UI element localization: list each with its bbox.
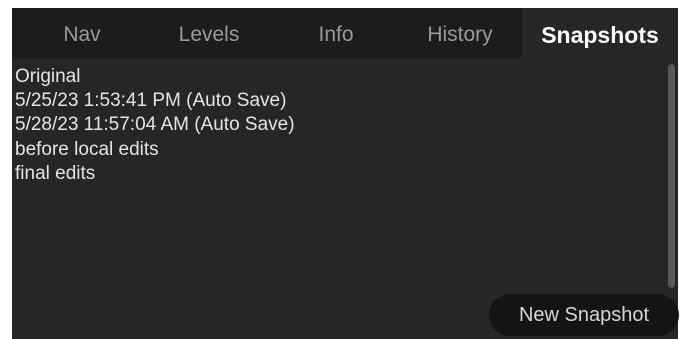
snapshot-item-final-edits[interactable]: final edits [15, 162, 95, 186]
tab-nav[interactable]: Nav [20, 8, 144, 58]
new-snapshot-button[interactable]: New Snapshot [489, 294, 679, 336]
snapshot-item-auto-save-2[interactable]: 5/28/23 11:57:04 AM (Auto Save) [15, 113, 295, 137]
scrollbar-track[interactable] [664, 58, 678, 298]
snapshots-panel: Nav Levels Info History Snapshots Origin… [12, 8, 679, 339]
scrollbar-thumb[interactable] [668, 64, 675, 288]
snapshot-item-before-local-edits[interactable]: before local edits [15, 138, 159, 162]
snapshot-item-auto-save-1[interactable]: 5/25/23 1:53:41 PM (Auto Save) [15, 89, 286, 113]
tab-history[interactable]: History [398, 8, 522, 58]
panel-tab-bar: Nav Levels Info History Snapshots [12, 8, 678, 58]
tab-info[interactable]: Info [274, 8, 398, 58]
tab-snapshots[interactable]: Snapshots [522, 8, 678, 58]
snapshot-item-original[interactable]: Original [15, 65, 80, 89]
snapshot-list: Original 5/25/23 1:53:41 PM (Auto Save) … [12, 58, 662, 288]
tab-levels[interactable]: Levels [144, 8, 274, 58]
